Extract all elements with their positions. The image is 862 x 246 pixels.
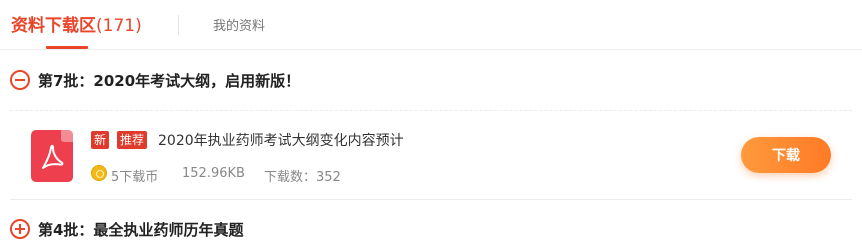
collapse-icon[interactable]: [10, 70, 30, 90]
active-tab-indicator: [46, 46, 88, 49]
expand-icon[interactable]: [10, 219, 30, 239]
pdf-icon: [31, 130, 73, 182]
download-count: 下载数：352: [264, 170, 341, 185]
file-size: 152.96KB: [182, 166, 245, 181]
tab-download-area[interactable]: 资料下载区(171): [11, 11, 142, 50]
tab-bar: 资料下载区(171) 我的资料: [0, 0, 862, 50]
group-title: 第7批：2020年考试大纲，启用新版！: [38, 71, 301, 90]
group-header-batch-7[interactable]: 第7批：2020年考试大纲，启用新版！: [10, 67, 300, 93]
divider: [10, 199, 852, 200]
new-badge: 新: [91, 131, 110, 149]
download-button[interactable]: 下载: [741, 137, 831, 173]
file-price: 5下载币: [111, 170, 159, 185]
file-title-link[interactable]: 2020年执业药师考试大纲变化内容预计: [158, 130, 404, 150]
group-title: 第4批：最全执业药师历年真题: [38, 220, 244, 239]
tab-download-area-label: 资料下载区: [11, 16, 96, 36]
divider: [10, 110, 852, 111]
tab-my-materials[interactable]: 我的资料: [213, 15, 265, 34]
coin-icon: [91, 165, 107, 181]
recommend-badge: 推荐: [117, 131, 148, 149]
tab-download-area-count: (171): [96, 16, 142, 36]
group-header-batch-4[interactable]: 第4批：最全执业药师历年真题: [10, 216, 243, 242]
tab-divider: [178, 15, 179, 35]
